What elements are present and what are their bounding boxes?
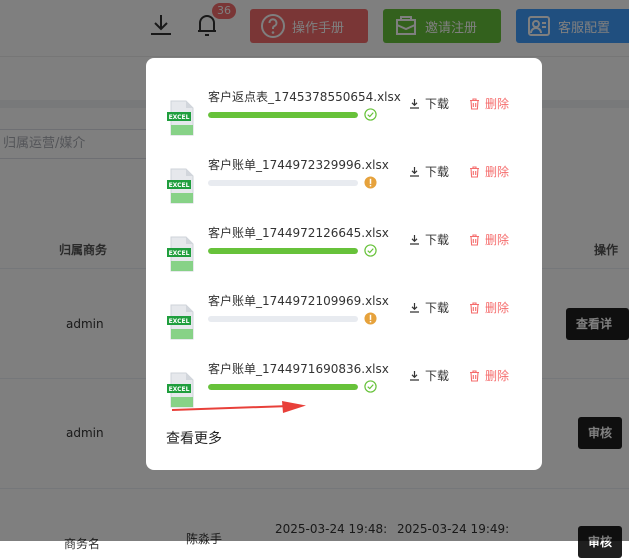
trash-icon (470, 369, 479, 382)
progress-bar (208, 384, 358, 390)
excel-icon-label: EXCEL (169, 318, 190, 325)
download-icon (410, 371, 419, 381)
progress-bar (208, 180, 358, 186)
progress-bar (208, 248, 358, 254)
trash-icon (470, 233, 479, 246)
file-name: 客户返点表_1745378550654.xlsx (208, 90, 401, 104)
delete-button[interactable]: 删除 (469, 231, 509, 248)
download-icon (410, 167, 419, 177)
download-button[interactable]: 下载 (409, 163, 449, 180)
progress-bar (208, 112, 358, 118)
file-name: 客户账单_1744972329996.xlsx (208, 158, 389, 172)
excel-file-icon: EXCEL (167, 168, 194, 204)
delete-label: 删除 (485, 97, 510, 111)
progress-bar (208, 316, 358, 322)
excel-icon-label: EXCEL (169, 386, 190, 393)
download-icon (410, 303, 419, 313)
file-item: EXCEL 客户账单_1744971690836.xlsx 下载 删除 (146, 360, 542, 428)
excel-file-icon: EXCEL (167, 304, 194, 340)
warning-icon (364, 312, 377, 325)
delete-button[interactable]: 删除 (469, 163, 509, 180)
delete-button[interactable]: 删除 (469, 367, 509, 384)
file-item: EXCEL 客户账单_1744972126645.xlsx 下载 删除 (146, 224, 542, 292)
trash-icon (470, 165, 479, 178)
download-label: 下载 (425, 233, 450, 247)
file-item: EXCEL 客户账单_1744972109969.xlsx 下载 删除 (146, 292, 542, 360)
download-label: 下载 (425, 301, 450, 315)
file-name: 客户账单_1744972126645.xlsx (208, 226, 389, 240)
download-label: 下载 (425, 165, 450, 179)
download-label: 下载 (425, 369, 450, 383)
warning-icon (364, 176, 377, 189)
download-button[interactable]: 下载 (409, 299, 449, 316)
delete-button[interactable]: 删除 (469, 299, 509, 316)
file-item: EXCEL 客户账单_1744972329996.xlsx 下载 删除 (146, 156, 542, 224)
download-icon (410, 99, 419, 109)
progress-fill (208, 112, 358, 118)
download-list-popup: 查看更多 EXCEL 客户返点表_1745378550654.xlsx 下载 删… (146, 58, 542, 470)
progress-fill (208, 384, 358, 390)
file-name: 客户账单_1744972109969.xlsx (208, 294, 389, 308)
delete-label: 删除 (485, 369, 510, 383)
excel-file-icon: EXCEL (167, 236, 194, 272)
delete-button[interactable]: 删除 (469, 95, 509, 112)
delete-label: 删除 (485, 301, 510, 315)
excel-file-icon: EXCEL (167, 100, 194, 136)
excel-file-icon: EXCEL (167, 372, 194, 408)
trash-icon (470, 301, 479, 314)
download-label: 下载 (425, 97, 450, 111)
progress-fill (208, 248, 358, 254)
file-name: 客户账单_1744971690836.xlsx (208, 362, 389, 376)
download-button[interactable]: 下载 (409, 231, 449, 248)
excel-icon-label: EXCEL (169, 114, 190, 121)
success-icon (364, 244, 377, 257)
download-icon (410, 235, 419, 245)
delete-label: 删除 (485, 165, 510, 179)
download-button[interactable]: 下载 (409, 95, 449, 112)
success-icon (364, 380, 377, 393)
excel-icon-label: EXCEL (169, 250, 190, 257)
excel-icon-label: EXCEL (169, 182, 190, 189)
success-icon (364, 108, 377, 121)
trash-icon (470, 97, 479, 110)
file-item: EXCEL 客户返点表_1745378550654.xlsx 下载 删除 (146, 88, 542, 156)
view-more-link[interactable]: 查看更多 (166, 428, 222, 448)
delete-label: 删除 (485, 233, 510, 247)
download-button[interactable]: 下载 (409, 367, 449, 384)
